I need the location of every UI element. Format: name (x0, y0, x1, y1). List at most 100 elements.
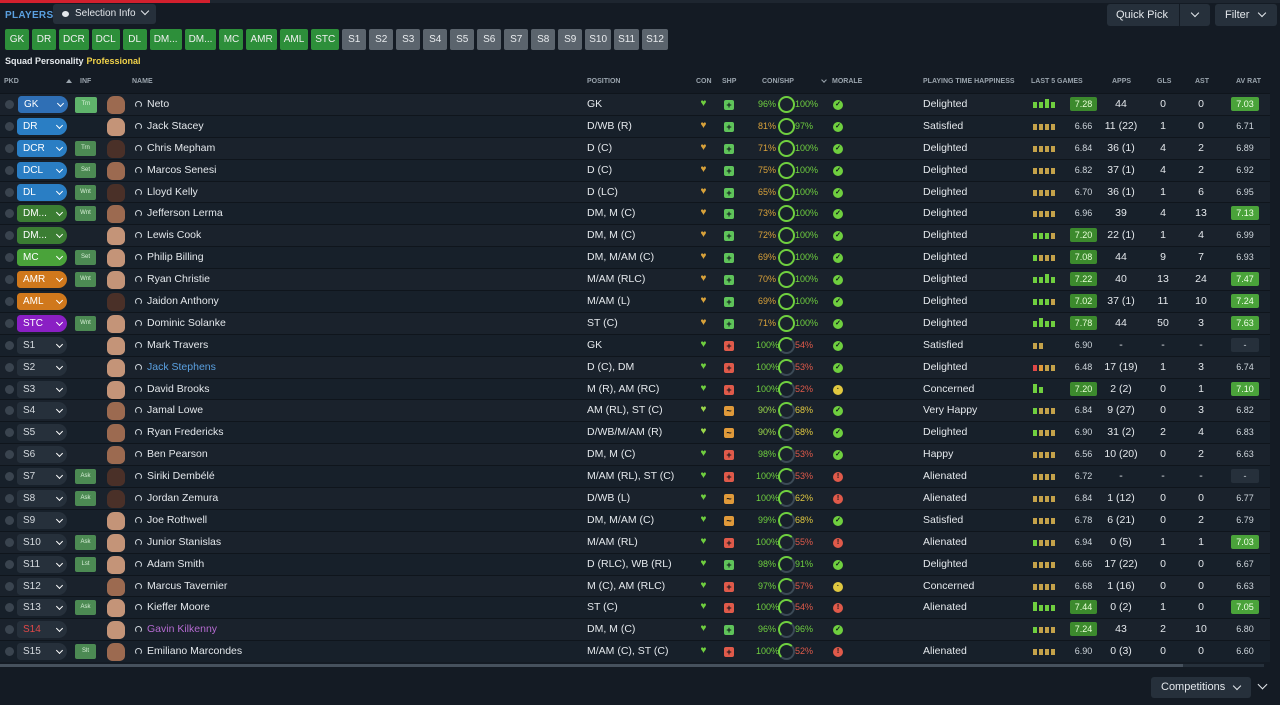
position-button[interactable]: DCR (59, 29, 89, 50)
role-selector[interactable]: S15 (17, 643, 67, 661)
table-row[interactable]: STC Wnt Dominic Solanke ST (C) ♥ +71% 100% ✓ Del… (0, 311, 1270, 334)
table-row[interactable]: S2 Jack Stephens D (C), DM ♥ +100% 53% ✓ Deligh… (0, 355, 1270, 378)
picked-indicator[interactable] (5, 472, 14, 482)
player-name[interactable]: Joe Rothwell (147, 514, 207, 526)
quick-pick-button[interactable]: Quick Pick (1107, 4, 1210, 26)
table-row[interactable]: GK Trn Neto GK ♥ +96% 100% ✓ Delighted 7.28 44 0 0 7.… (0, 93, 1270, 115)
table-row[interactable]: S1 Mark Travers GK ♥ +100% 54% ✓ Satisfied 6.90 -… (0, 333, 1270, 356)
role-selector[interactable]: DM... (17, 205, 67, 223)
player-name[interactable]: Ryan Fredericks (147, 426, 223, 438)
position-button[interactable]: S5 (450, 29, 475, 50)
role-selector[interactable]: S2 (17, 358, 67, 376)
col-position[interactable]: POSITION (587, 78, 620, 85)
col-pkd[interactable]: PKD (4, 78, 19, 85)
role-selector[interactable]: S11 (17, 555, 67, 573)
role-selector[interactable]: S3 (17, 380, 67, 398)
table-row[interactable]: S8 Ask Jordan Zemura D/WB (L) ♥ ~100% 62%! Alie… (0, 487, 1270, 509)
player-name[interactable]: Marcus Tavernier (147, 580, 227, 592)
expand-icon[interactable] (1257, 679, 1268, 690)
picked-indicator[interactable] (5, 340, 14, 350)
role-selector[interactable]: S10 (17, 533, 67, 551)
picked-indicator[interactable] (5, 100, 14, 109)
table-row[interactable]: DM... Lewis Cook DM, M (C) ♥ +72% 100% ✓ Deligh… (0, 224, 1270, 247)
player-name[interactable]: Kieffer Moore (147, 601, 210, 613)
table-row[interactable]: S3 David Brooks M (R), AM (RC) ♥ +100% 52% · Co… (0, 377, 1270, 400)
info-badge[interactable]: Ask (75, 491, 96, 507)
selection-info-button[interactable]: Selection Info (53, 4, 156, 24)
position-button[interactable]: AMR (246, 29, 277, 50)
role-selector[interactable]: DCL (17, 161, 67, 179)
position-button[interactable]: S4 (423, 29, 448, 50)
picked-indicator[interactable] (5, 428, 14, 438)
player-name[interactable]: Jaidon Anthony (147, 295, 219, 307)
table-row[interactable]: S5 Ryan Fredericks D/WB/M/AM (R) ♥ ~90% 68% ✓ D… (0, 421, 1270, 444)
position-button[interactable]: S3 (396, 29, 421, 50)
table-row[interactable]: S11 Lst Adam Smith D (RLC), WB (RL) ♥ +98% 91%… (0, 552, 1270, 575)
player-name[interactable]: Ryan Christie (147, 273, 210, 285)
col-playing-time[interactable]: PLAYING TIME HAPPINESS (923, 78, 1015, 85)
position-button[interactable]: S9 (558, 29, 583, 50)
role-selector[interactable]: S12 (17, 577, 67, 595)
col-shp[interactable]: SHP (722, 78, 736, 85)
info-badge[interactable]: Wnt (75, 272, 96, 288)
role-selector[interactable]: AMR (17, 271, 67, 289)
table-row[interactable]: S6 Ben Pearson DM, M (C) ♥ +98% 53% ✓ Happy 6.56… (0, 443, 1270, 466)
role-selector[interactable]: DCR (17, 139, 67, 157)
role-selector[interactable]: S5 (17, 424, 67, 442)
info-badge[interactable]: Trn (75, 97, 97, 113)
table-row[interactable]: S4 Jamal Lowe AM (RL), ST (C) ♥ ~90% 68% ✓ Very… (0, 399, 1270, 422)
position-button[interactable]: S12 (642, 29, 668, 50)
player-name[interactable]: Mark Travers (147, 339, 208, 351)
col-ast[interactable]: AST (1195, 78, 1209, 85)
player-name[interactable]: Chris Mepham (147, 142, 215, 154)
player-name[interactable]: Neto (147, 98, 169, 110)
picked-indicator[interactable] (5, 187, 14, 197)
player-name[interactable]: Jamal Lowe (147, 404, 203, 416)
player-name[interactable]: Jordan Zemura (147, 492, 218, 504)
picked-indicator[interactable] (5, 494, 14, 504)
role-selector[interactable]: STC (17, 314, 67, 332)
picked-indicator[interactable] (5, 450, 14, 460)
position-button[interactable]: GK (5, 29, 29, 50)
player-name[interactable]: Marcos Senesi (147, 164, 216, 176)
table-row[interactable]: AML Jaidon Anthony M/AM (L) ♥ +69% 100% ✓ Delig… (0, 290, 1270, 312)
info-badge[interactable]: Lst (75, 556, 96, 572)
player-name[interactable]: Junior Stanislas (147, 536, 221, 548)
position-button[interactable]: AML (279, 29, 309, 50)
table-row[interactable]: DL Wnt Lloyd Kelly D (LC) ♥ +65% 100% ✓ Delighte… (0, 180, 1270, 203)
table-row[interactable]: S12 Marcus Tavernier M (C), AM (RLC) ♥ +97% 5… (0, 574, 1270, 597)
player-name[interactable]: Gavin Kilkenny (147, 623, 217, 635)
table-row[interactable]: AMR Wnt Ryan Christie M/AM (RLC) ♥ +70% 100% ✓ D… (0, 268, 1270, 291)
table-row[interactable]: S10 Ask Junior Stanislas M/AM (RL) ♥ +100% 55%… (0, 530, 1270, 553)
picked-indicator[interactable] (5, 603, 14, 613)
info-badge[interactable]: Wnt (75, 315, 96, 331)
info-badge[interactable]: Trn (75, 140, 96, 156)
info-badge[interactable]: Wnt (75, 184, 96, 200)
player-name[interactable]: Emiliano Marcondes (147, 645, 242, 657)
table-row[interactable]: S9 Joe Rothwell DM, M/AM (C) ♥ ~99% 68% ✓ Satis… (0, 508, 1270, 531)
competitions-button[interactable]: Competitions (1151, 677, 1251, 698)
picked-indicator[interactable] (5, 581, 14, 591)
col-gls[interactable]: GLS (1157, 78, 1171, 85)
table-row[interactable]: S15 Slt Emiliano Marcondes M/AM (C), ST (C)… (0, 640, 1270, 663)
position-button[interactable]: S7 (504, 29, 529, 50)
position-button[interactable]: S11 (614, 29, 640, 50)
player-name[interactable]: Siriki Dembélé (147, 470, 215, 482)
col-av-rat[interactable]: AV RAT (1236, 78, 1261, 85)
col-name[interactable]: NAME (132, 78, 153, 85)
filter-button[interactable]: Filter (1215, 4, 1277, 26)
role-selector[interactable]: MC (17, 249, 67, 267)
player-name[interactable]: Lloyd Kelly (147, 186, 198, 198)
player-name[interactable]: Jefferson Lerma (147, 207, 223, 219)
position-button[interactable]: STC (311, 29, 340, 50)
position-button[interactable]: S10 (585, 29, 612, 50)
role-selector[interactable]: S8 (17, 490, 67, 508)
picked-indicator[interactable] (5, 318, 14, 328)
role-selector[interactable]: DL (17, 183, 67, 201)
table-row[interactable]: DM... Wnt Jefferson Lerma DM, M (C) ♥ +73% 100… (0, 202, 1270, 225)
horizontal-scrollbar[interactable] (0, 664, 1264, 667)
player-name[interactable]: Lewis Cook (147, 229, 201, 241)
role-selector[interactable]: AML (17, 293, 67, 311)
role-selector[interactable]: DM... (17, 227, 67, 245)
picked-indicator[interactable] (5, 231, 14, 241)
